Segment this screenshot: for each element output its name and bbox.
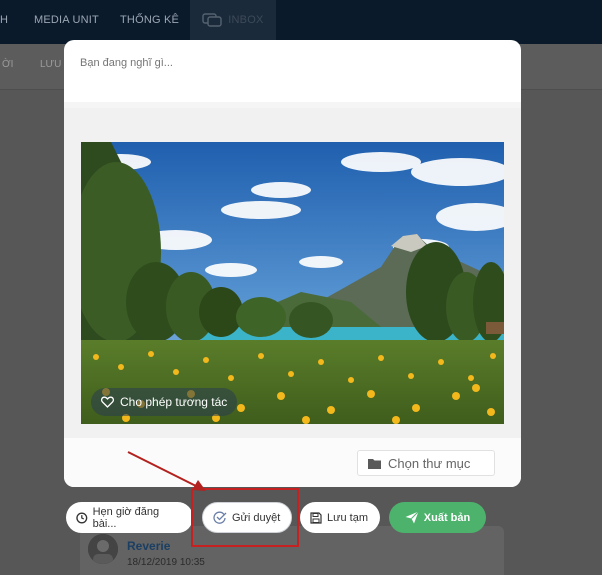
choose-folder-button[interactable]: Chọn thư mục (357, 450, 495, 476)
nav-item-statistics[interactable]: THỐNG KÊ (120, 0, 179, 44)
choose-folder-label: Chọn thư mục (388, 455, 471, 471)
save-draft-button[interactable]: Lưu tạm (300, 502, 380, 533)
nav-item-inbox-label: INBOX (228, 14, 264, 26)
top-navbar: H MEDIA UNIT THỐNG KÊ INBOX (0, 0, 602, 44)
status-area (64, 40, 521, 102)
avatar (88, 534, 118, 564)
post-author[interactable]: Reverie (127, 539, 170, 553)
allow-interaction-toggle[interactable]: Cho phép tương tác (91, 388, 238, 416)
save-draft-label: Lưu tạm (327, 511, 368, 524)
post-timestamp: 18/12/2019 10:35 (127, 557, 205, 568)
inbox-icon (202, 13, 222, 27)
post-composer-modal: Cho phép tương tác Chọn thư mục (64, 40, 521, 487)
schedule-post-button[interactable]: Hẹn giờ đăng bài... (66, 502, 193, 533)
send-icon (405, 511, 419, 524)
status-input[interactable] (80, 57, 500, 69)
subnav-item-partial[interactable]: ỜI (2, 59, 13, 70)
media-area: Cho phép tương tác (64, 108, 521, 438)
subnav-item-save[interactable]: LƯU (40, 59, 61, 70)
publish-label: Xuất bản (423, 511, 471, 524)
publish-button[interactable]: Xuất bản (389, 502, 486, 533)
annotation-highlight-box (191, 488, 299, 547)
annotation-arrow-icon (127, 451, 206, 491)
nav-item-media-unit[interactable]: MEDIA UNIT (34, 0, 99, 44)
save-icon (310, 511, 322, 524)
clock-icon (76, 511, 88, 524)
allow-interaction-label: Cho phép tương tác (120, 395, 228, 409)
attached-photo[interactable]: Cho phép tương tác (81, 142, 504, 424)
schedule-post-label: Hẹn giờ đăng bài... (92, 505, 160, 530)
heart-icon (101, 396, 114, 408)
nav-item-inbox[interactable]: INBOX (190, 0, 276, 44)
folder-icon (368, 458, 381, 469)
nav-item-partial[interactable]: H (0, 0, 8, 44)
landscape-photo-icon (81, 142, 504, 424)
